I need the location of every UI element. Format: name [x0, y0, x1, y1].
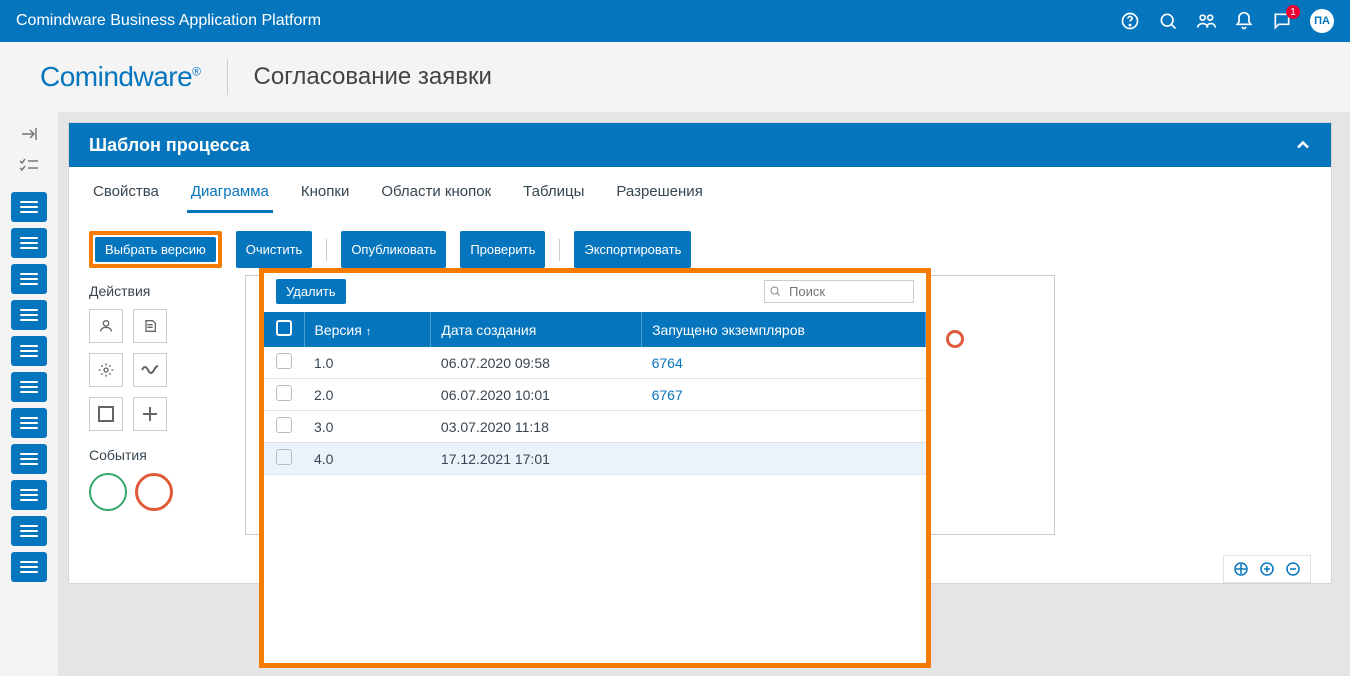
- end-event-icon[interactable]: [135, 473, 173, 511]
- help-icon[interactable]: [1120, 11, 1140, 31]
- delete-button[interactable]: Удалить: [276, 279, 346, 304]
- zoom-fit-icon[interactable]: [1232, 560, 1250, 578]
- rail-item-7[interactable]: [11, 408, 47, 438]
- tab-diagram[interactable]: Диаграмма: [187, 177, 273, 213]
- rail-item-5[interactable]: [11, 336, 47, 366]
- events-label: События: [89, 447, 219, 463]
- chat-icon[interactable]: 1: [1272, 11, 1292, 31]
- search-box: [764, 280, 914, 303]
- topbar: Comindware Business Application Platform…: [0, 0, 1350, 42]
- rail-item-1[interactable]: [11, 192, 47, 222]
- subheader: Comindware® Согласование заявки: [0, 42, 1350, 112]
- script-task-icon[interactable]: [133, 309, 167, 343]
- tab-button-areas[interactable]: Области кнопок: [377, 177, 495, 213]
- rail-item-9[interactable]: [11, 480, 47, 510]
- logo: Comindware®: [40, 61, 201, 93]
- actions-tools: [89, 309, 175, 431]
- row-checkbox[interactable]: [276, 353, 292, 369]
- col-created[interactable]: Дата создания: [431, 312, 642, 347]
- tab-tables[interactable]: Таблицы: [519, 177, 588, 213]
- people-icon[interactable]: [1196, 11, 1216, 31]
- gear-icon[interactable]: [89, 353, 123, 387]
- search-icon[interactable]: [1158, 11, 1178, 31]
- popup-toolbar: Удалить: [264, 279, 926, 312]
- table-row[interactable]: 3.0 03.07.2020 11:18: [264, 411, 926, 443]
- wave-icon[interactable]: [133, 353, 167, 387]
- table-body: 1.0 06.07.2020 09:58 6764 2.0 06.07.2020…: [264, 347, 926, 475]
- panel-header[interactable]: Шаблон процесса: [69, 123, 1331, 167]
- square-icon[interactable]: [89, 397, 123, 431]
- topbar-icons: 1 ПА: [1120, 9, 1334, 33]
- table-row[interactable]: 1.0 06.07.2020 09:58 6764: [264, 347, 926, 379]
- checklist-icon[interactable]: [15, 154, 43, 178]
- end-event-node[interactable]: [946, 330, 964, 348]
- search-input[interactable]: [764, 280, 914, 303]
- col-version[interactable]: Версия ↑: [304, 312, 431, 347]
- collapse-icon[interactable]: [15, 122, 43, 146]
- sort-asc-icon: ↑: [366, 326, 372, 338]
- rail-item-2[interactable]: [11, 228, 47, 258]
- page-title: Согласование заявки: [254, 63, 492, 91]
- rail-item-4[interactable]: [11, 300, 47, 330]
- left-rail: [0, 112, 58, 676]
- checkbox-header[interactable]: [264, 312, 304, 347]
- zoom-out-icon[interactable]: [1284, 560, 1302, 578]
- app-title: Comindware Business Application Platform: [16, 12, 1120, 30]
- divider: [227, 59, 228, 95]
- row-checkbox[interactable]: [276, 385, 292, 401]
- chevron-up-icon: [1293, 135, 1313, 160]
- col-instances[interactable]: Запущено экземпляров: [642, 312, 926, 347]
- side-tool-panel: Действия События: [89, 283, 219, 563]
- select-version-button[interactable]: Выбрать версию: [95, 237, 216, 262]
- versions-table: Версия ↑ Дата создания Запущено экземпля…: [264, 312, 926, 475]
- start-event-icon[interactable]: [89, 473, 127, 511]
- bell-icon[interactable]: [1234, 11, 1254, 31]
- tabs: Свойства Диаграмма Кнопки Области кнопок…: [69, 167, 1331, 213]
- version-popup: Удалить Версия ↑ Дата создания Запущено …: [259, 268, 931, 668]
- notif-badge: 1: [1286, 5, 1300, 19]
- plus-icon[interactable]: [133, 397, 167, 431]
- row-checkbox[interactable]: [276, 417, 292, 433]
- user-task-icon[interactable]: [89, 309, 123, 343]
- events-tools: [89, 473, 219, 511]
- tab-permissions[interactable]: Разрешения: [612, 177, 706, 213]
- zoom-in-icon[interactable]: [1258, 560, 1276, 578]
- search-icon: [769, 284, 781, 302]
- select-version-highlight: Выбрать версию: [89, 231, 222, 268]
- table-row[interactable]: 4.0 17.12.2021 17:01: [264, 443, 926, 475]
- avatar[interactable]: ПА: [1310, 9, 1334, 33]
- panel-title: Шаблон процесса: [89, 135, 250, 156]
- rail-item-6[interactable]: [11, 372, 47, 402]
- tab-buttons[interactable]: Кнопки: [297, 177, 353, 213]
- row-checkbox[interactable]: [276, 449, 292, 465]
- rail-item-10[interactable]: [11, 516, 47, 546]
- tab-properties[interactable]: Свойства: [89, 177, 163, 213]
- rail-item-11[interactable]: [11, 552, 47, 582]
- table-row[interactable]: 2.0 06.07.2020 10:01 6767: [264, 379, 926, 411]
- zoom-controls: [1223, 555, 1311, 583]
- rail-item-8[interactable]: [11, 444, 47, 474]
- rail-item-3[interactable]: [11, 264, 47, 294]
